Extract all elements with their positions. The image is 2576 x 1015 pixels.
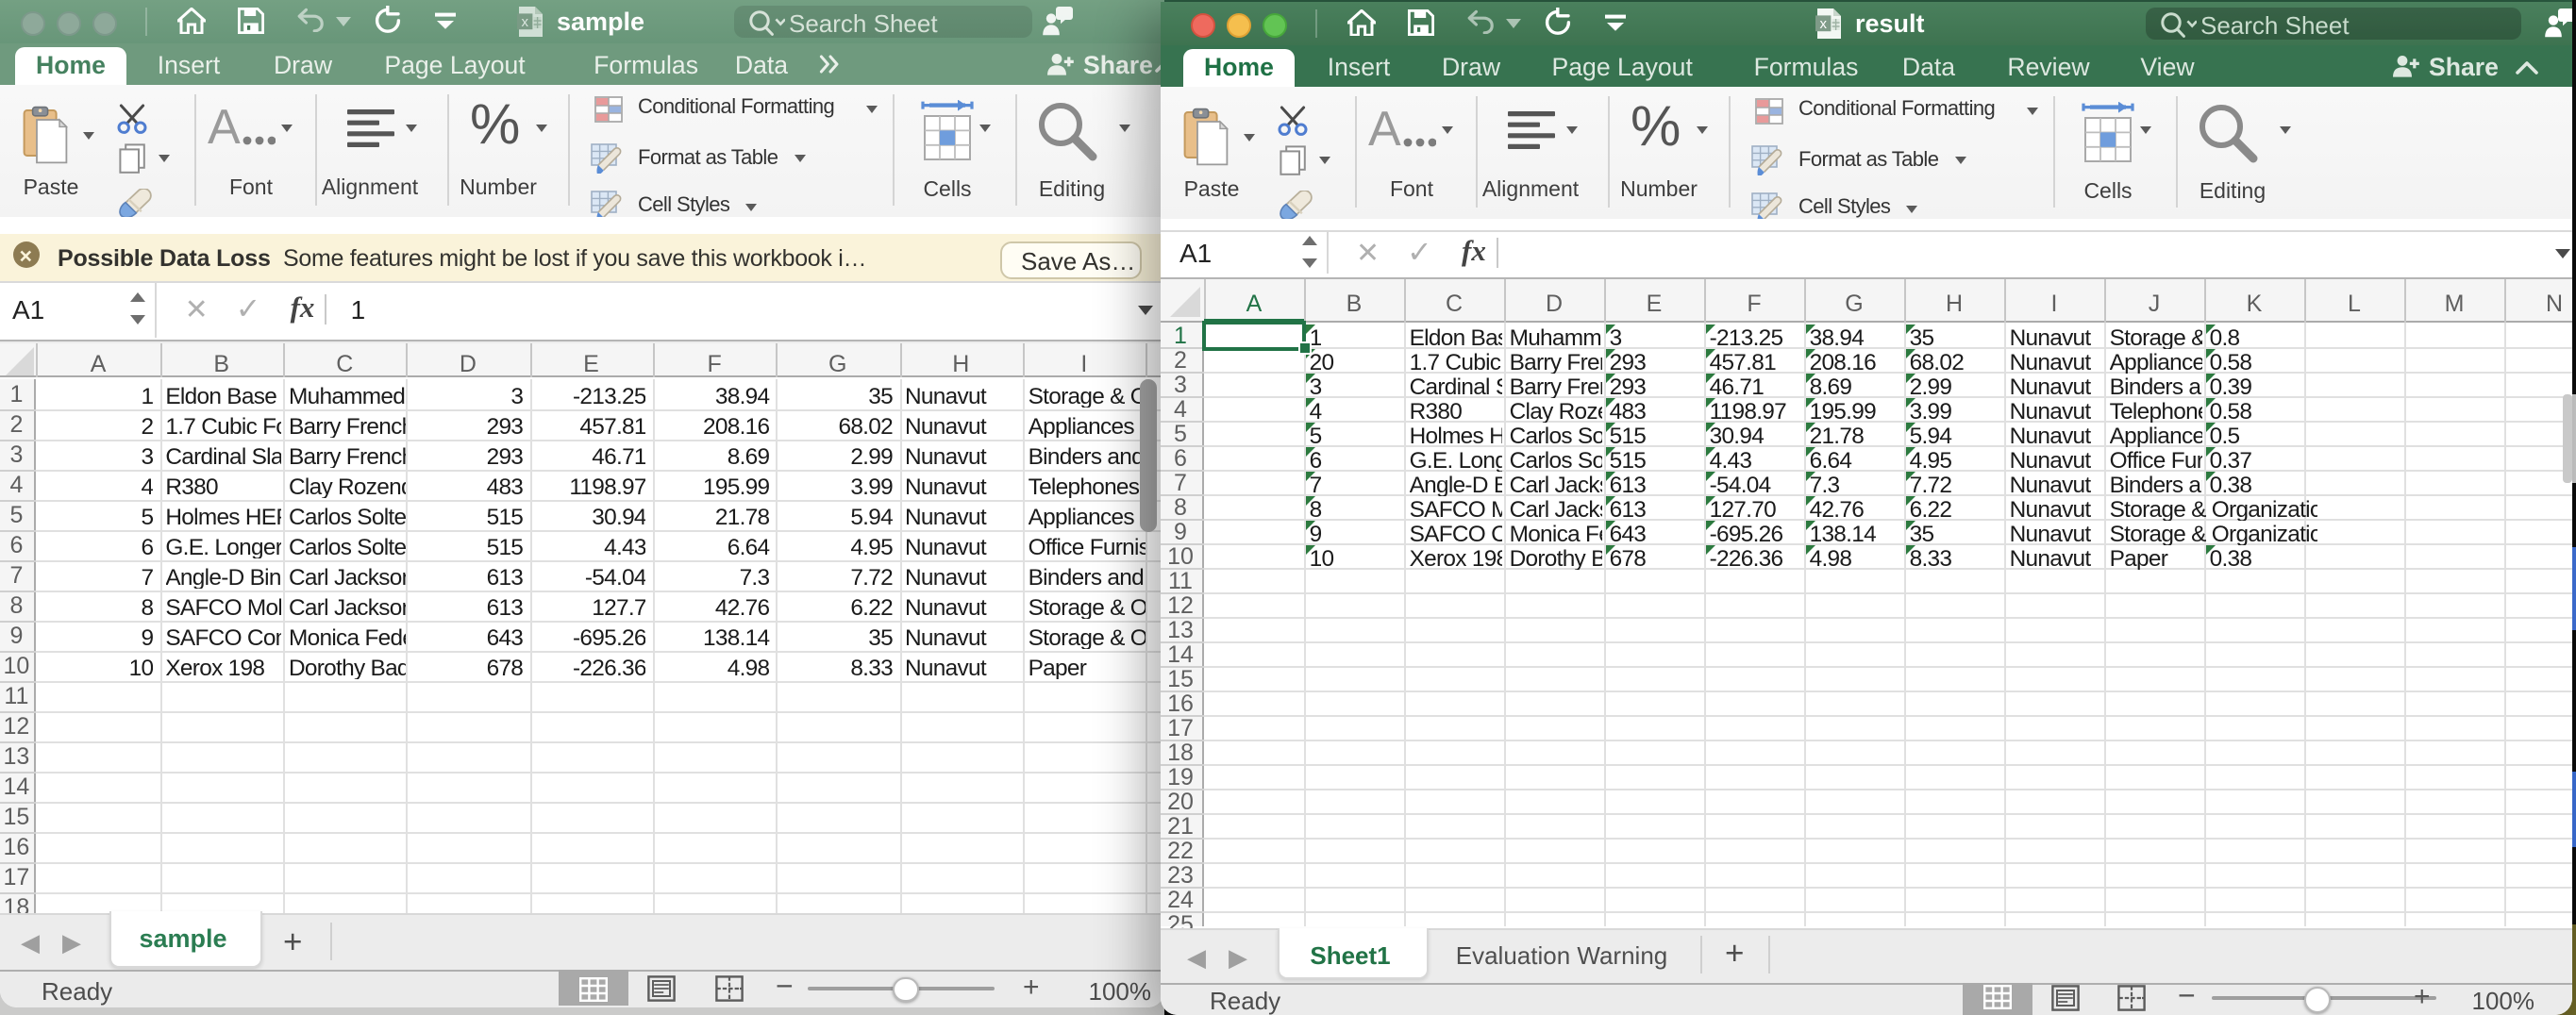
svg-text:%: % — [470, 98, 520, 151]
svg-text:A: A — [1368, 104, 1401, 153]
svg-text:%: % — [1631, 100, 1681, 153]
svg-text:x: x — [521, 14, 528, 30]
svg-text:A: A — [208, 102, 241, 151]
svg-text:x: x — [1819, 16, 1827, 32]
